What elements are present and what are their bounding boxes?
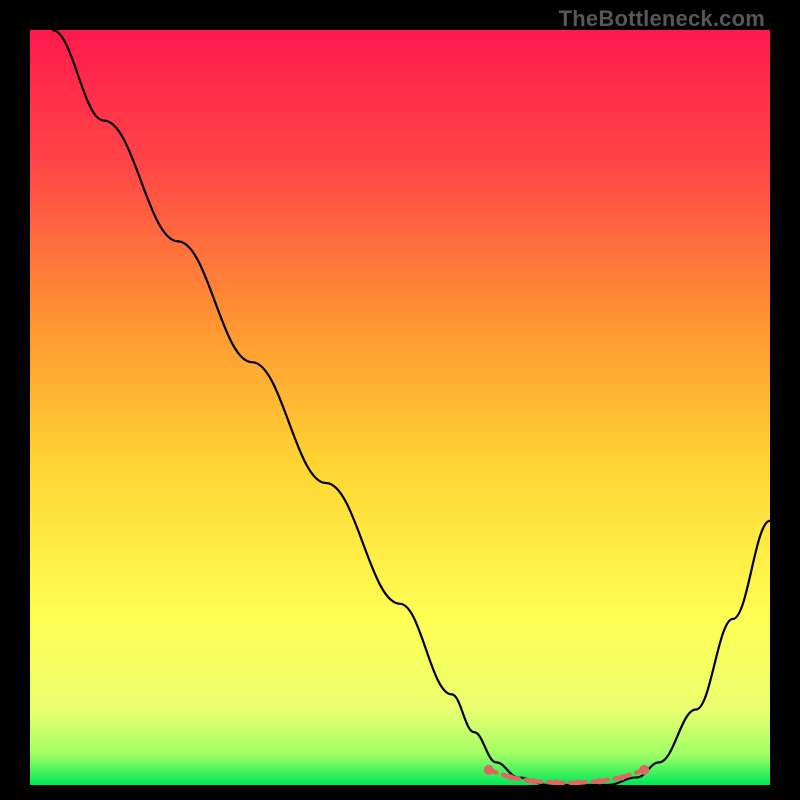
chart-plot-area: [30, 30, 770, 785]
watermark-text: TheBottleneck.com: [559, 6, 765, 32]
chart-background-gradient: [30, 30, 770, 785]
